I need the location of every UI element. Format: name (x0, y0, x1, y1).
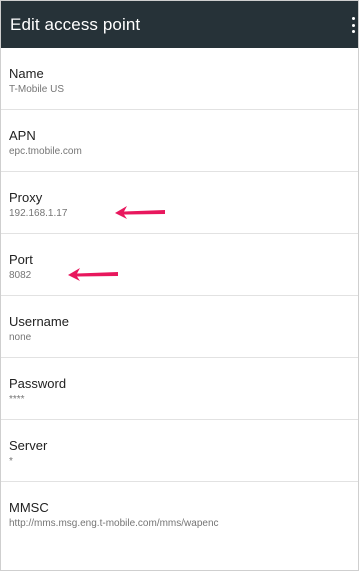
edit-apn-screen: Edit access point Name T-Mobile US APN e… (0, 0, 359, 571)
setting-value: http://mms.msg.eng.t-mobile.com/mms/wape… (9, 518, 219, 529)
setting-label: APN (9, 128, 36, 143)
left-arrow-icon (115, 206, 165, 219)
setting-proxy[interactable]: Proxy 192.168.1.17 (1, 172, 358, 234)
setting-server[interactable]: Server * (1, 420, 358, 482)
setting-username[interactable]: Username none (1, 296, 358, 358)
setting-value: none (9, 332, 32, 343)
setting-apn[interactable]: APN epc.tmobile.com (1, 110, 358, 172)
setting-label: Name (9, 66, 44, 81)
setting-value: epc.tmobile.com (9, 146, 82, 157)
setting-value: 192.168.1.17 (9, 208, 68, 219)
overflow-menu-icon[interactable] (352, 17, 356, 33)
app-bar: Edit access point (1, 1, 358, 48)
setting-name[interactable]: Name T-Mobile US (1, 48, 358, 110)
setting-label: Proxy (9, 190, 43, 205)
setting-port[interactable]: Port 8082 (1, 234, 358, 296)
setting-label: MMSC (9, 500, 49, 515)
setting-label: Username (9, 314, 69, 329)
setting-label: Server (9, 438, 48, 453)
setting-mmsc[interactable]: MMSC http://mms.msg.eng.t-mobile.com/mms… (1, 482, 358, 544)
page-title: Edit access point (10, 14, 141, 34)
setting-value: T-Mobile US (9, 84, 65, 95)
left-arrow-icon (68, 268, 118, 281)
apn-settings-list: Name T-Mobile US APN epc.tmobile.com Pro… (1, 48, 358, 544)
setting-value: 8082 (9, 270, 32, 281)
setting-password[interactable]: Password **** (1, 358, 358, 420)
setting-value: * (9, 456, 13, 467)
setting-label: Port (9, 252, 33, 267)
setting-label: Password (9, 376, 67, 391)
setting-value: **** (9, 394, 25, 405)
